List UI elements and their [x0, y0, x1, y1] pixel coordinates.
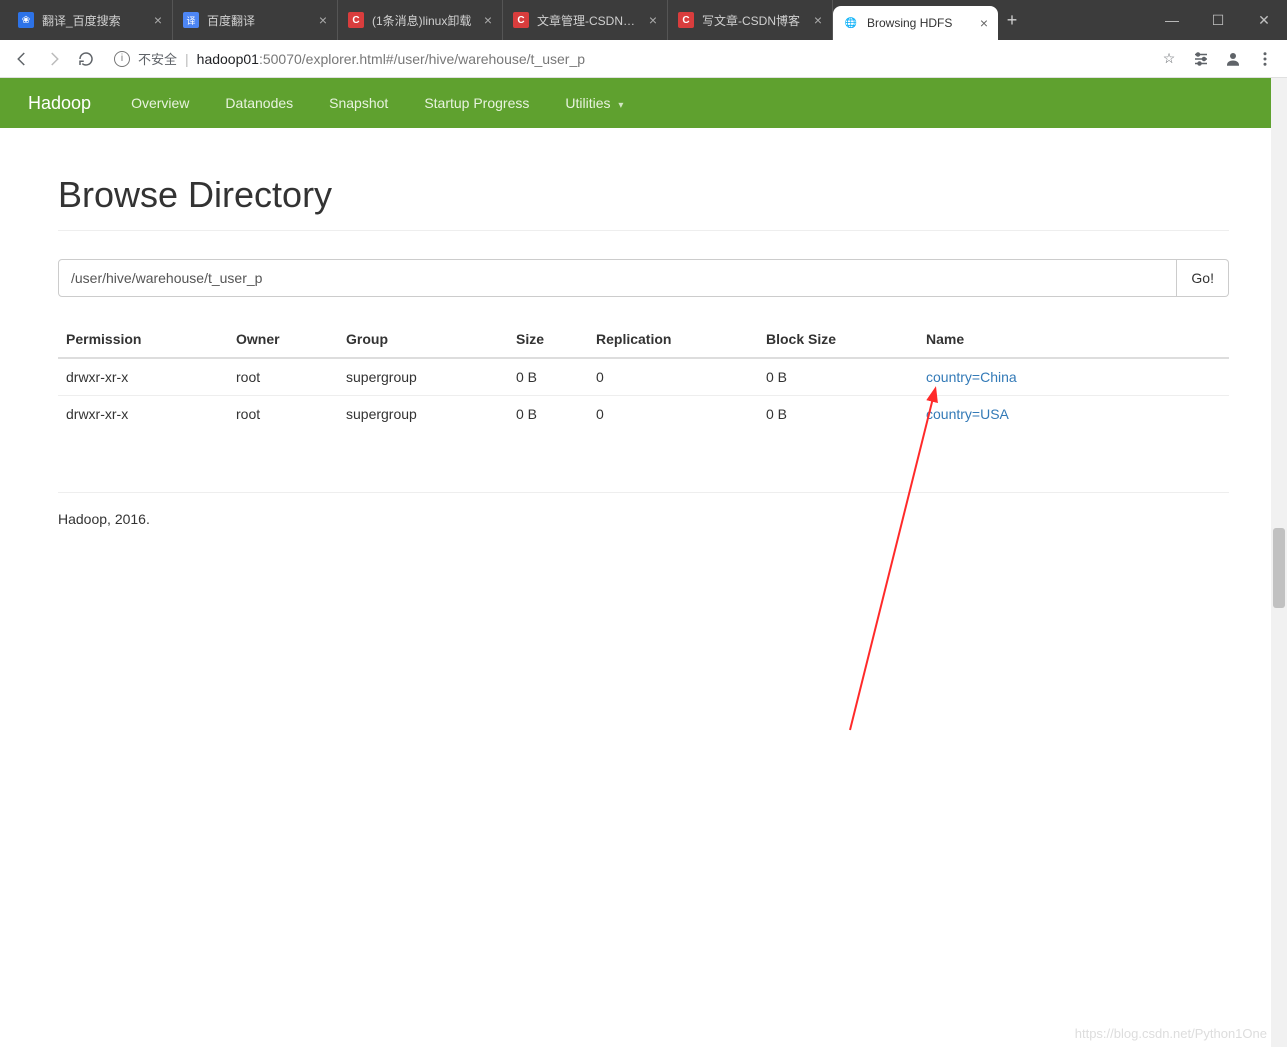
- window-minimize-button[interactable]: —: [1149, 0, 1195, 40]
- url-path: :50070/explorer.html#/user/hive/warehous…: [259, 51, 585, 67]
- tab-close-icon[interactable]: ×: [484, 12, 492, 28]
- cell-size: 0 B: [508, 396, 588, 433]
- address-url: hadoop01:50070/explorer.html#/user/hive/…: [197, 51, 585, 67]
- browser-tab-3[interactable]: C 文章管理-CSDN博客 ×: [503, 0, 668, 40]
- table-row: drwxr-xr-x root supergroup 0 B 0 0 B cou…: [58, 396, 1229, 433]
- directory-table: Permission Owner Group Size Replication …: [58, 321, 1229, 432]
- nav-overview[interactable]: Overview: [117, 80, 203, 126]
- col-group: Group: [338, 321, 508, 358]
- table-header-row: Permission Owner Group Size Replication …: [58, 321, 1229, 358]
- cell-owner: root: [228, 358, 338, 396]
- address-bar[interactable]: i 不安全 | hadoop01:50070/explorer.html#/us…: [104, 45, 1151, 73]
- nav-startup-progress[interactable]: Startup Progress: [410, 80, 543, 126]
- nav-utilities-dropdown[interactable]: Utilities ▾: [551, 80, 637, 126]
- browser-tab-5-active[interactable]: 🌐 Browsing HDFS ×: [833, 6, 998, 40]
- media-controls-button[interactable]: [1187, 45, 1215, 73]
- cell-group: supergroup: [338, 396, 508, 433]
- chevron-down-icon: ▾: [618, 100, 623, 111]
- globe-icon: 🌐: [843, 15, 859, 31]
- col-name: Name: [918, 321, 1229, 358]
- tab-close-icon[interactable]: ×: [814, 12, 822, 28]
- cell-block-size: 0 B: [758, 358, 918, 396]
- path-input-row: Go!: [58, 259, 1229, 297]
- browser-tab-0[interactable]: ❀ 翻译_百度搜索 ×: [8, 0, 173, 40]
- window-close-button[interactable]: ✕: [1241, 0, 1287, 40]
- page-title: Browse Directory: [58, 174, 1229, 216]
- arrow-right-icon: [45, 50, 63, 68]
- tab-close-icon[interactable]: ×: [980, 15, 988, 31]
- browser-tab-1[interactable]: 译 百度翻译 ×: [173, 0, 338, 40]
- window-maximize-button[interactable]: ☐: [1195, 0, 1241, 40]
- tab-title: 翻译_百度搜索: [42, 12, 146, 29]
- equalizer-icon: [1192, 50, 1210, 68]
- fanyi-icon: 译: [183, 12, 199, 28]
- tab-title: 文章管理-CSDN博客: [537, 12, 641, 29]
- browser-tab-2[interactable]: C (1条消息)linux卸载 ×: [338, 0, 503, 40]
- table-row: drwxr-xr-x root supergroup 0 B 0 0 B cou…: [58, 358, 1229, 396]
- security-badge: 不安全: [138, 49, 177, 68]
- col-owner: Owner: [228, 321, 338, 358]
- profile-button[interactable]: [1219, 45, 1247, 73]
- forward-button[interactable]: [40, 45, 68, 73]
- watermark: https://blog.csdn.net/Python1One: [1075, 1026, 1267, 1041]
- separator: |: [185, 51, 189, 67]
- kebab-menu-button[interactable]: [1251, 45, 1279, 73]
- info-icon[interactable]: i: [114, 51, 130, 67]
- col-block-size: Block Size: [758, 321, 918, 358]
- cell-owner: root: [228, 396, 338, 433]
- page-content: Browse Directory Go! Permission Owner Gr…: [0, 128, 1287, 555]
- csdn-icon: C: [348, 12, 364, 28]
- dir-link-country-china[interactable]: country=China: [926, 369, 1017, 385]
- page-footer: Hadoop, 2016.: [58, 492, 1229, 527]
- tab-strip: ❀ 翻译_百度搜索 × 译 百度翻译 × C (1条消息)linux卸载 × C…: [0, 0, 1026, 40]
- new-tab-button[interactable]: +: [998, 0, 1026, 40]
- cell-group: supergroup: [338, 358, 508, 396]
- dir-link-country-usa[interactable]: country=USA: [926, 406, 1009, 422]
- bookmark-star-button[interactable]: ☆: [1155, 45, 1183, 73]
- kebab-icon: [1256, 50, 1274, 68]
- path-input[interactable]: [58, 259, 1177, 297]
- cell-replication: 0: [588, 358, 758, 396]
- browser-tab-4[interactable]: C 写文章-CSDN博客 ×: [668, 0, 833, 40]
- arrow-left-icon: [13, 50, 31, 68]
- scrollbar-thumb[interactable]: [1273, 528, 1285, 608]
- url-host: hadoop01: [197, 51, 259, 67]
- go-button[interactable]: Go!: [1177, 259, 1229, 297]
- tab-close-icon[interactable]: ×: [319, 12, 327, 28]
- tab-title: 写文章-CSDN博客: [702, 12, 806, 29]
- cell-name: country=China: [918, 358, 1229, 396]
- tab-close-icon[interactable]: ×: [154, 12, 162, 28]
- brand[interactable]: Hadoop: [28, 93, 91, 114]
- scrollbar-track[interactable]: [1271, 78, 1287, 1047]
- cell-block-size: 0 B: [758, 396, 918, 433]
- nav-snapshot[interactable]: Snapshot: [315, 80, 402, 126]
- csdn-icon: C: [678, 12, 694, 28]
- tab-close-icon[interactable]: ×: [649, 12, 657, 28]
- tab-title: Browsing HDFS: [867, 16, 972, 30]
- tab-title: 百度翻译: [207, 12, 311, 29]
- hadoop-navbar: Hadoop Overview Datanodes Snapshot Start…: [0, 78, 1287, 128]
- window-titlebar: ❀ 翻译_百度搜索 × 译 百度翻译 × C (1条消息)linux卸载 × C…: [0, 0, 1287, 40]
- cell-permission: drwxr-xr-x: [58, 396, 228, 433]
- tab-title: (1条消息)linux卸载: [372, 12, 476, 29]
- col-size: Size: [508, 321, 588, 358]
- cell-size: 0 B: [508, 358, 588, 396]
- cell-replication: 0: [588, 396, 758, 433]
- browser-toolbar: i 不安全 | hadoop01:50070/explorer.html#/us…: [0, 40, 1287, 78]
- reload-icon: [77, 50, 95, 68]
- cell-permission: drwxr-xr-x: [58, 358, 228, 396]
- csdn-icon: C: [513, 12, 529, 28]
- cell-name: country=USA: [918, 396, 1229, 433]
- nav-datanodes[interactable]: Datanodes: [211, 80, 307, 126]
- back-button[interactable]: [8, 45, 36, 73]
- reload-button[interactable]: [72, 45, 100, 73]
- divider: [58, 230, 1229, 231]
- nav-utilities-label: Utilities: [565, 95, 610, 111]
- user-avatar-icon: [1224, 50, 1242, 68]
- col-replication: Replication: [588, 321, 758, 358]
- window-controls: — ☐ ✕: [1149, 0, 1287, 40]
- baidu-icon: ❀: [18, 12, 34, 28]
- col-permission: Permission: [58, 321, 228, 358]
